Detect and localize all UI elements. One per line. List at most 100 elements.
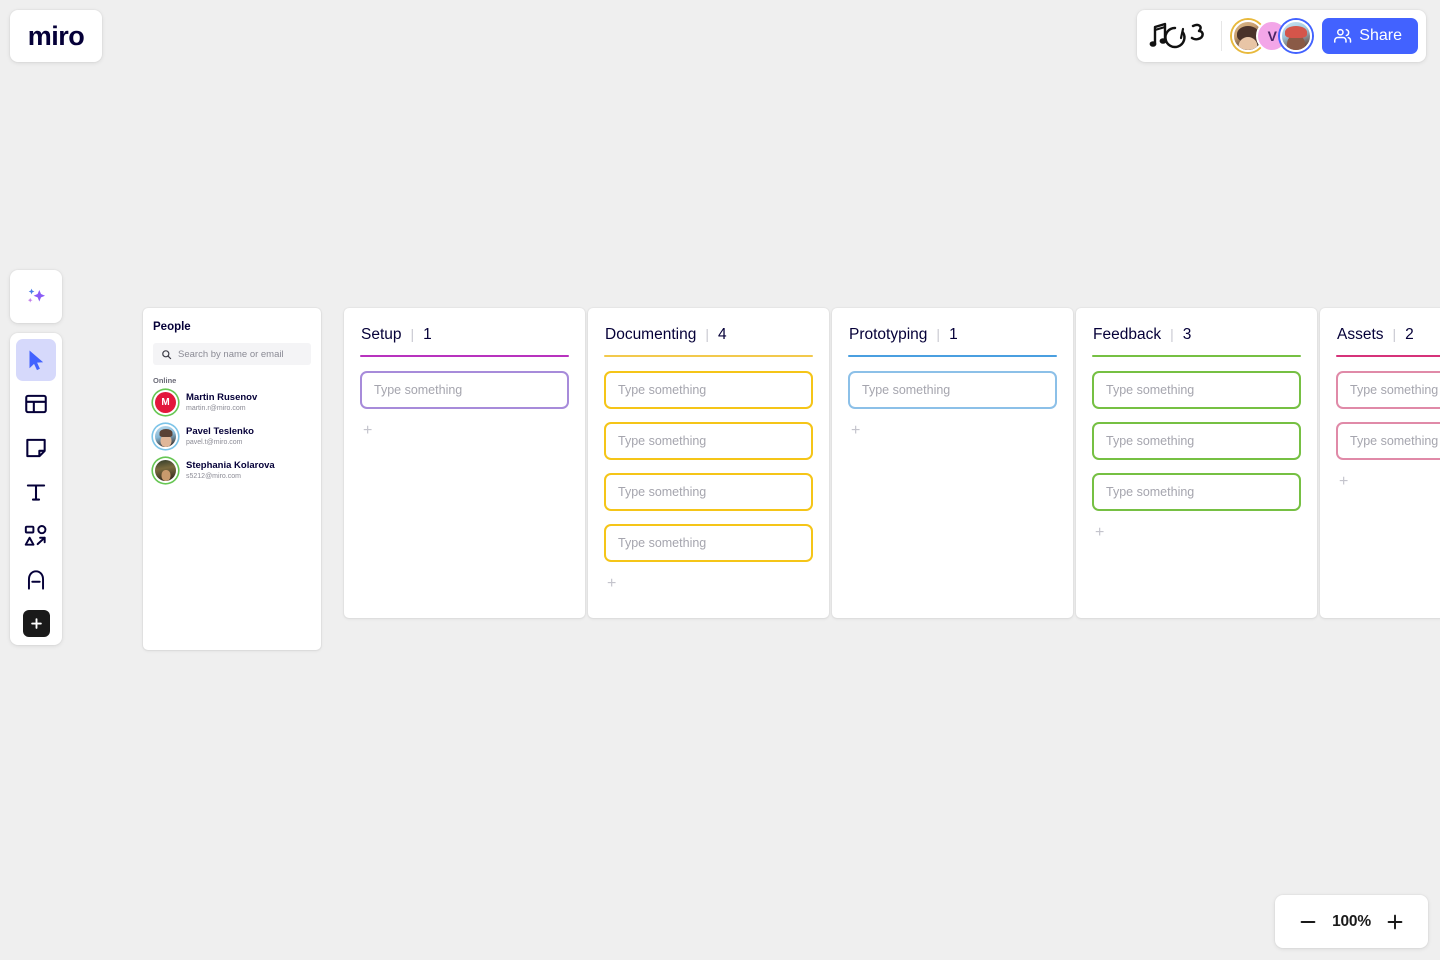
- frame-template-icon: [23, 391, 49, 417]
- person-email: pavel.t@miro.com: [186, 438, 254, 447]
- share-button-label: Share: [1359, 27, 1402, 45]
- kanban-card[interactable]: Type something: [1092, 371, 1301, 409]
- avatar: M: [153, 390, 178, 415]
- column-header-separator: |: [411, 326, 415, 342]
- templates-tool[interactable]: [16, 383, 56, 425]
- avatar[interactable]: [1280, 20, 1312, 52]
- kanban-card[interactable]: Type something: [1336, 371, 1440, 409]
- avatar: [153, 458, 178, 483]
- kanban-column: Documenting|4 Type something Type somethin…: [588, 308, 829, 618]
- pen-draw-icon: [23, 567, 49, 593]
- kanban-card[interactable]: Type something: [604, 473, 813, 511]
- avatar-initial: M: [155, 392, 176, 413]
- kanban-card[interactable]: Type something: [604, 422, 813, 460]
- collaborator-avatars[interactable]: V: [1232, 20, 1312, 52]
- column-title[interactable]: Documenting: [605, 326, 696, 344]
- select-tool[interactable]: [16, 339, 56, 381]
- column-title[interactable]: Setup: [361, 326, 402, 344]
- kanban-card-placeholder: Type something: [1106, 485, 1194, 499]
- add-card-button[interactable]: +: [1092, 525, 1104, 541]
- online-section-label: Online: [153, 376, 311, 385]
- column-header-separator: |: [1393, 326, 1397, 342]
- zoom-out-button[interactable]: [1295, 909, 1321, 935]
- people-panel: People Search by name or email Online M …: [143, 308, 321, 650]
- column-card-count: 1: [949, 326, 958, 344]
- text-t-icon: [23, 479, 49, 505]
- kanban-card[interactable]: Type something: [604, 524, 813, 562]
- kanban-column: Assets | 2 Type something Type something +: [1320, 308, 1440, 618]
- kanban-card[interactable]: Type something: [360, 371, 569, 409]
- kanban-card-placeholder: Type something: [862, 383, 950, 397]
- person-list-item[interactable]: M Martin Rusenov martin.r@miro.com: [153, 390, 311, 415]
- plus-icon: [1384, 911, 1406, 933]
- person-name: Pavel Teslenko: [186, 426, 254, 438]
- avatar-photo: [155, 426, 176, 447]
- person-list-item[interactable]: Stephania Kolarova s5212@miro.com: [153, 458, 311, 483]
- people-search-input[interactable]: Search by name or email: [153, 343, 311, 365]
- avatar: [153, 424, 178, 449]
- kanban-card[interactable]: Type something: [604, 371, 813, 409]
- column-title[interactable]: Prototyping: [849, 326, 927, 344]
- person-name: Stephania Kolarova: [186, 460, 275, 472]
- kanban-column: Feedback|3Type somethingType somethingTy…: [1076, 308, 1317, 618]
- kanban-column: Setup|1Type something+: [344, 308, 585, 618]
- zoom-in-button[interactable]: [1382, 909, 1408, 935]
- kanban-card[interactable]: Type something: [1092, 422, 1301, 460]
- column-card-count: 4: [718, 326, 727, 344]
- column-accent-rule: [1336, 355, 1440, 357]
- shapes-connector-icon: [23, 523, 49, 549]
- minus-icon: [1297, 911, 1319, 933]
- kanban-card[interactable]: Type something: [848, 371, 1057, 409]
- kanban-board: Setup|1Type something+Documenting|4Type …: [344, 308, 1440, 618]
- column-header-separator: |: [1170, 326, 1174, 342]
- kanban-card-placeholder: Type something: [374, 383, 462, 397]
- sticky-note-tool[interactable]: [16, 427, 56, 469]
- column-header: Prototyping|1: [848, 326, 1057, 344]
- kanban-card-placeholder: Type something: [1106, 383, 1194, 397]
- column-title[interactable]: Feedback: [1093, 326, 1161, 344]
- kanban-card[interactable]: Type something: [1092, 473, 1301, 511]
- text-tool[interactable]: [16, 471, 56, 513]
- add-card-button[interactable]: +: [604, 576, 616, 592]
- person-list-item[interactable]: Pavel Teslenko pavel.t@miro.com: [153, 424, 311, 449]
- kanban-card-placeholder: Type something: [1350, 383, 1438, 397]
- toolbar: [10, 333, 62, 645]
- shapes-tool[interactable]: [16, 515, 56, 557]
- add-card-button[interactable]: +: [1336, 474, 1348, 490]
- column-card-count: 2: [1405, 326, 1414, 344]
- ai-tool-button[interactable]: [10, 270, 62, 323]
- column-accent-rule: [604, 355, 813, 357]
- kanban-column: Prototyping|1 Type something +: [832, 308, 1073, 618]
- kanban-card-placeholder: Type something: [618, 536, 706, 550]
- add-card-button[interactable]: +: [848, 423, 860, 439]
- music-note-timer-doodle-icon[interactable]: [1149, 19, 1211, 53]
- people-panel-title: People: [153, 321, 311, 333]
- person-name: Martin Rusenov: [186, 392, 257, 404]
- column-accent-rule: [360, 355, 569, 357]
- topbar: V Share: [1137, 10, 1426, 62]
- miro-logo[interactable]: miro: [10, 10, 102, 62]
- column-header: Feedback|3: [1092, 326, 1301, 344]
- column-title[interactable]: Assets: [1337, 326, 1384, 344]
- people-search-placeholder: Search by name or email: [178, 349, 284, 360]
- column-header: Documenting|4: [604, 326, 813, 344]
- column-header: Setup|1: [360, 326, 569, 344]
- people-icon: [1334, 27, 1352, 45]
- avatar-photo: [155, 460, 176, 481]
- zoom-level-label: 100%: [1332, 913, 1371, 931]
- column-header: Assets | 2: [1336, 326, 1440, 344]
- column-accent-rule: [1092, 355, 1301, 357]
- column-accent-rule: [848, 355, 1057, 357]
- share-button[interactable]: Share: [1322, 18, 1418, 54]
- pen-tool[interactable]: [16, 559, 56, 601]
- kanban-card-placeholder: Type something: [618, 485, 706, 499]
- add-card-button[interactable]: +: [360, 423, 372, 439]
- kanban-card-placeholder: Type something: [618, 383, 706, 397]
- plus-icon: [29, 616, 44, 631]
- kanban-card[interactable]: Type something: [1336, 422, 1440, 460]
- more-tools-button[interactable]: [23, 610, 50, 637]
- kanban-card-placeholder: Type something: [1350, 434, 1438, 448]
- miro-logo-text: miro: [28, 21, 85, 52]
- sticky-note-icon: [23, 435, 49, 461]
- search-icon: [161, 349, 172, 360]
